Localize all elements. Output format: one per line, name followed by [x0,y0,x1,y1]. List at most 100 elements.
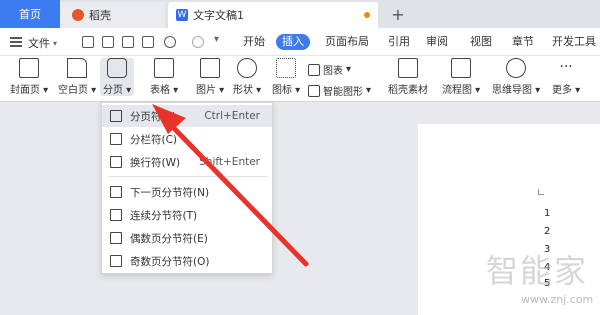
odd-page-section-icon [110,255,122,267]
more-dots-icon: ··· [559,59,573,75]
mindmap-label: 思维导图 [492,85,532,96]
menu-insert[interactable]: 插入 [276,34,310,50]
shortcut-label: Ctrl+Enter [204,110,260,122]
unsaved-dot-icon [364,12,370,18]
tab-docer-label: 稻壳 [89,9,111,22]
picture-button[interactable]: 图片 ▾ [196,58,224,96]
mindmap-button[interactable]: 思维导图 ▾ [492,58,540,96]
chart-icon [308,63,320,76]
cover-page-label: 封面页 [10,85,40,96]
docer-logo-icon [72,9,84,21]
icon-library-icon [276,58,297,78]
dropdown-item-label: 下一页分节符(N) [130,186,210,199]
docer-material-label: 稻壳素材 [388,85,428,96]
print-preview-icon[interactable] [142,36,154,48]
mindmap-icon [506,58,527,78]
dropdown-next-page-section[interactable]: 下一页分节符(N) [102,181,272,203]
cover-page-button[interactable]: 封面页 ▾ [10,58,48,96]
docer-material-button[interactable]: 稻壳素材 [388,58,428,96]
tab-bar: 首页 稻壳 W 文字文稿1 + [0,0,600,28]
page-break-button[interactable]: 分页 ▾ [100,58,135,96]
icon-label: 图标 [272,85,292,96]
tab-docer[interactable]: 稻壳 [60,2,165,28]
chart-button[interactable]: 图表 ▾ [308,62,351,77]
dropdown-item-label: 分页符(P) [130,110,177,123]
picture-icon [200,58,221,78]
page-break-icon [107,58,128,78]
new-tab-button[interactable]: + [388,3,408,25]
page-break-dropdown: 分页符(P) Ctrl+Enter 分栏符(C) 换行符(W) Shift+En… [101,102,273,274]
export-icon[interactable] [102,36,114,48]
next-page-section-icon [110,186,122,198]
dropdown-line-break[interactable]: 换行符(W) Shift+Enter [102,151,272,173]
dropdown-column-break[interactable]: 分栏符(C) [102,128,272,150]
cover-page-icon [19,58,40,78]
page-break-label: 分页 [103,85,123,96]
chart-label: 图表 [323,66,343,77]
smart-graphic-icon [308,84,320,97]
menu-page-layout[interactable]: 页面布局 [322,34,372,50]
blank-page-button[interactable]: 空白页 ▾ [58,58,96,96]
dropdown-page-break[interactable]: 分页符(P) Ctrl+Enter [102,105,272,127]
shape-icon [237,58,258,78]
dropdown-continuous-section[interactable]: 连续分节符(T) [102,204,272,226]
menu-dev-tools[interactable]: 开发工具 [552,34,600,50]
menu-chapter[interactable]: 章节 [508,34,538,50]
menu-bar: 文件 ▾ ▾ 开始 插入 页面布局 引用 审阅 视图 章节 开发工具 [0,28,600,56]
docer-material-icon [398,58,418,78]
shortcut-label: Shift+Enter [199,156,260,168]
blank-page-icon [67,58,88,78]
save-icon[interactable] [82,36,94,48]
dropdown-odd-page-section[interactable]: 奇数页分节符(O) [102,250,272,272]
menu-start[interactable]: 开始 [238,34,270,50]
tab-home[interactable]: 首页 [0,0,60,28]
line-number: 2 [544,226,551,237]
line-number: 1 [544,208,551,219]
dropdown-divider [108,176,268,177]
more-label: 更多 [552,85,572,96]
dropdown-item-label: 奇数页分节符(O) [130,255,210,268]
even-page-section-icon [110,232,122,244]
column-break-icon [110,133,122,145]
table-label: 表格 [150,85,170,96]
chevron-down-icon: ▾ [53,38,58,48]
table-button[interactable]: 表格 ▾ [150,58,178,96]
menu-view[interactable]: 视图 [466,34,496,50]
margin-corner-mark [538,189,544,195]
dropdown-item-label: 连续分节符(T) [130,209,198,222]
tab-document[interactable]: W 文字文稿1 [168,2,378,28]
file-menu[interactable]: 文件 ▾ [28,35,57,51]
watermark-url: www.znj.com [521,293,594,306]
smart-graphic-label: 智能图形 [323,87,363,98]
hamburger-menu-icon[interactable] [10,37,22,47]
watermark-text: 智能家 [486,252,589,290]
table-icon [154,58,175,78]
smart-graphic-button[interactable]: 智能图形 ▾ [308,83,371,98]
line-break-icon [110,156,122,168]
file-menu-label: 文件 [28,37,50,50]
blank-page-label: 空白页 [58,85,88,96]
dropdown-item-label: 偶数页分节符(E) [130,232,208,245]
insert-ribbon: 封面页 ▾ 空白页 ▾ 分页 ▾ 表格 ▾ 图片 ▾ 形状 ▾ 图标 ▾ 图表 … [0,56,600,102]
flowchart-icon [451,58,472,78]
dropdown-item-label: 分栏符(C) [130,133,178,146]
tab-document-label: 文字文稿1 [193,9,244,22]
dropdown-even-page-section[interactable]: 偶数页分节符(E) [102,227,272,249]
icon-button[interactable]: 图标 ▾ [272,58,300,96]
picture-label: 图片 [196,85,216,96]
redo-icon[interactable] [192,36,204,48]
continuous-section-icon [110,209,122,221]
tab-home-label: 首页 [19,8,41,21]
print-icon[interactable] [122,36,134,48]
page-break-icon [110,110,122,122]
menu-review[interactable]: 审阅 [422,34,452,50]
flowchart-label: 流程图 [442,85,472,96]
more-button[interactable]: ··· 更多 ▾ [552,58,580,96]
menu-reference[interactable]: 引用 [384,34,414,50]
writer-doc-icon: W [176,9,188,21]
undo-icon[interactable] [164,36,176,48]
shape-button[interactable]: 形状 ▾ [233,58,261,96]
flowchart-button[interactable]: 流程图 ▾ [442,58,480,96]
shape-label: 形状 [233,85,253,96]
more-chevron-icon[interactable]: ▾ [214,34,226,46]
